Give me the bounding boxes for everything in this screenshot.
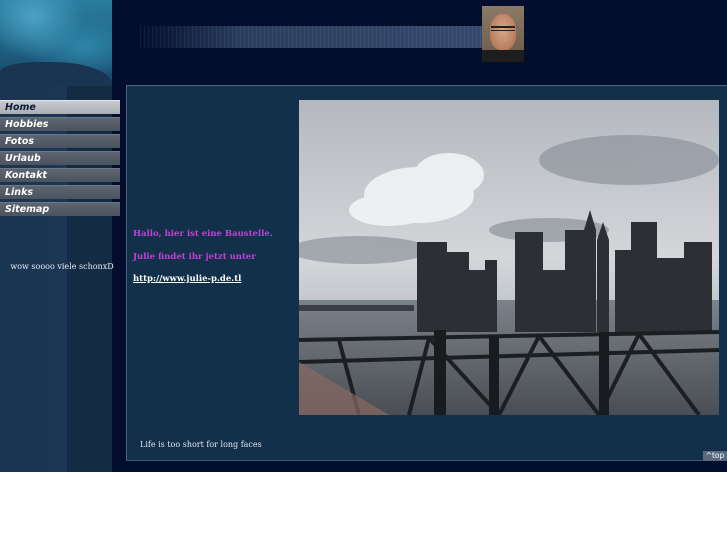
nav-item-links[interactable]: Links — [0, 185, 120, 199]
back-to-top-link[interactable]: ^top — [703, 451, 727, 461]
site-container: Home Hobbies Fotos Urlaub Kontakt Links … — [0, 0, 727, 472]
nav-item-kontakt[interactable]: Kontakt — [0, 168, 120, 182]
construction-message: Hallo, hier ist eine Baustelle. — [133, 229, 273, 239]
avatar-glasses — [491, 26, 515, 31]
skyline-photo — [299, 100, 719, 415]
footer-quote: Life is too short for long faces — [140, 440, 262, 449]
column-divider — [112, 0, 126, 472]
skyline-photo-graphic — [299, 100, 719, 415]
new-site-link[interactable]: http://www.julie-p.de.tl — [133, 274, 241, 284]
nav-item-fotos[interactable]: Fotos — [0, 134, 120, 148]
nav-item-hobbies[interactable]: Hobbies — [0, 117, 120, 131]
avatar-shirt — [482, 50, 524, 62]
main-navigation: Home Hobbies Fotos Urlaub Kontakt Links … — [0, 100, 120, 219]
avatar — [482, 6, 524, 62]
nav-item-urlaub[interactable]: Urlaub — [0, 151, 120, 165]
avatar-face — [490, 14, 516, 50]
sidebar-note: wow soooo viele schonxD — [10, 262, 114, 271]
header-banner-lines — [140, 26, 482, 48]
redirect-message: Julie findet ihr jetzt unter — [133, 252, 256, 262]
nav-item-home[interactable]: Home — [0, 100, 120, 114]
nav-item-sitemap[interactable]: Sitemap — [0, 202, 120, 216]
